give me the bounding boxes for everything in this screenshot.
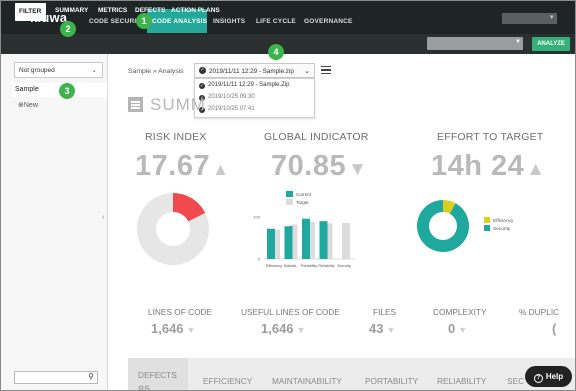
y-tick-label: 100: [253, 215, 260, 220]
help-button[interactable]: ? Help: [525, 366, 572, 387]
stat-complexity-value: 0 ▼: [448, 321, 468, 336]
tab-maintainability[interactable]: MAINTAINABILITY: [272, 376, 342, 386]
quality-tabs: [128, 358, 575, 390]
bar-current: [319, 221, 328, 259]
legend-label-efficiency: Efficiency: [493, 218, 514, 224]
tab-defects-summary-value: 85: [138, 384, 151, 391]
bar-current: [267, 228, 275, 259]
tab-security[interactable]: SEC: [507, 376, 524, 386]
bar-target: [342, 222, 350, 259]
callout-marker-4: 4: [268, 44, 284, 60]
tab-portability[interactable]: PORTABILITY: [365, 376, 418, 386]
tab-reliability[interactable]: RELIABILITY: [437, 376, 486, 386]
stat-loc-value: 1,646 ▼: [151, 321, 196, 336]
legend-swatch-current: [286, 191, 293, 197]
bar-current: [302, 218, 310, 259]
question-icon: ?: [533, 374, 543, 383]
x-tick-label: Maintai...: [284, 264, 299, 268]
x-tick-label: Security: [337, 264, 351, 268]
legend-swatch-security: [484, 225, 490, 231]
stat-files-label: FILES: [373, 307, 397, 317]
legend-swatch-efficiency: [484, 217, 490, 223]
stat-loc-label: LINES OF CODE: [148, 307, 213, 317]
legend-label-current: Current: [296, 192, 312, 197]
callout-marker-1: 1: [136, 13, 152, 29]
legend-swatch-target: [286, 199, 293, 205]
callout-marker-3: 3: [59, 83, 75, 99]
x-tick-label: Portability: [301, 264, 318, 268]
stat-complexity-label: COMPLEXITY: [433, 307, 487, 317]
tab-efficiency[interactable]: EFFICIENCY: [203, 376, 252, 386]
tab-defects-summary-label: DEFECTS: [138, 370, 177, 380]
x-tick-label: Reliability: [318, 264, 334, 268]
bar-current: [284, 226, 293, 259]
app-window: ✦kiuwa CODE SECURITY CODE ANALYSIS INSIG…: [0, 0, 576, 391]
callout-marker-2: 2: [60, 21, 76, 37]
help-button-label: Help: [545, 372, 564, 381]
x-tick-label: Efficiency: [266, 264, 282, 268]
legend-label-security: Security: [493, 226, 511, 232]
y-tick-label: 0: [258, 257, 261, 262]
stat-duplication-value: (: [552, 321, 557, 336]
legend-label-target: Target: [296, 200, 309, 205]
stat-useful-loc-value: 1,646 ▼: [261, 321, 306, 336]
stat-duplication-label: % DUPLIC: [519, 307, 560, 317]
stat-files-value: 43 ▼: [369, 321, 396, 336]
stat-useful-loc-label: USEFUL LINES OF CODE: [241, 307, 340, 317]
